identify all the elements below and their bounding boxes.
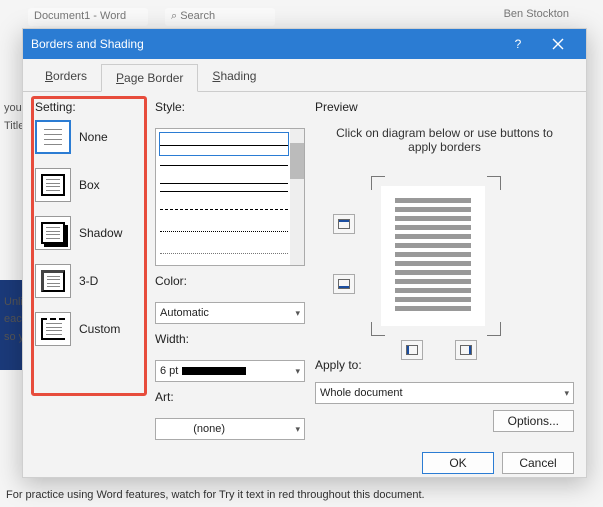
tab-shading[interactable]: Shading [198,63,270,91]
color-dropdown[interactable]: Automatic ▾ [155,302,305,324]
setting-box-swatch [35,168,71,202]
setting-shadow-label: Shadow [79,226,122,240]
width-dropdown[interactable]: 6 pt ▾ [155,360,305,382]
border-bottom-button[interactable] [333,274,355,294]
tab-page-border[interactable]: Page Border [101,64,198,92]
close-icon [552,38,564,50]
setting-column: Setting: None Box [35,100,145,440]
preview-column: Preview Click on diagram below or use bu… [315,100,574,440]
setting-custom-label: Custom [79,322,120,336]
apply-to-value: Whole document [320,387,403,399]
style-label: Style: [155,100,305,114]
corner-marker [487,322,501,336]
chevron-down-icon: ▾ [295,366,300,377]
setting-shadow-swatch [35,216,71,250]
art-value: (none) [193,423,225,435]
app-search-box: ⌕ Search [165,8,275,26]
preview-label: Preview [315,100,574,114]
chevron-down-icon: ▾ [295,424,300,435]
apply-to-label: Apply to: [315,358,574,372]
width-value: 6 pt [160,365,178,377]
app-user-name: Ben Stockton [504,8,569,20]
art-dropdown[interactable]: (none) ▾ [155,418,305,440]
color-label: Color: [155,274,305,288]
chevron-down-icon: ▾ [564,388,569,399]
setting-custom-swatch [35,312,71,346]
setting-label: Setting: [35,100,145,114]
width-swatch [182,367,246,375]
app-document-title: Document1 - Word [28,8,148,26]
setting-box[interactable]: Box [35,168,145,202]
border-top-button[interactable] [333,214,355,234]
chevron-down-icon: ▾ [295,308,300,319]
preview-diagram[interactable] [315,164,574,354]
dialog-titlebar: Borders and Shading ? [23,29,586,59]
width-label: Width: [155,332,305,346]
corner-marker [487,176,501,190]
help-icon: ? [515,37,522,51]
setting-shadow[interactable]: Shadow [35,216,145,250]
dialog-tabs: Borders Page Border Shading [23,59,586,92]
borders-shading-dialog: Borders and Shading ? Borders Page Borde… [22,28,587,478]
ok-button[interactable]: OK [422,452,494,474]
art-label: Art: [155,390,305,404]
apply-to-dropdown[interactable]: Whole document ▾ [315,382,574,404]
border-left-button[interactable] [401,340,423,360]
options-button[interactable]: Options... [493,410,574,432]
style-column: Style: Color: Automatic ▾ Width: 6 pt ▾ [155,100,305,440]
setting-3d[interactable]: 3-D [35,264,145,298]
style-listbox[interactable] [155,128,305,266]
setting-none-swatch [35,120,71,154]
dialog-footer: OK Cancel [23,446,586,484]
preview-page [381,186,485,326]
close-button[interactable] [538,29,578,59]
setting-3d-label: 3-D [79,274,98,288]
help-button[interactable]: ? [498,29,538,59]
dialog-title: Borders and Shading [31,37,498,51]
tab-borders[interactable]: Borders [31,63,101,91]
setting-none[interactable]: None [35,120,145,154]
bottom-text-fragment: For practice using Word features, watch … [6,489,597,501]
setting-3d-swatch [35,264,71,298]
border-right-button[interactable] [455,340,477,360]
style-scrollbar[interactable] [290,129,304,265]
cancel-button[interactable]: Cancel [502,452,574,474]
setting-none-label: None [79,130,108,144]
setting-box-label: Box [79,178,100,192]
color-value: Automatic [160,307,209,319]
preview-help-text: Click on diagram below or use buttons to… [315,120,574,164]
setting-custom[interactable]: Custom [35,312,145,346]
